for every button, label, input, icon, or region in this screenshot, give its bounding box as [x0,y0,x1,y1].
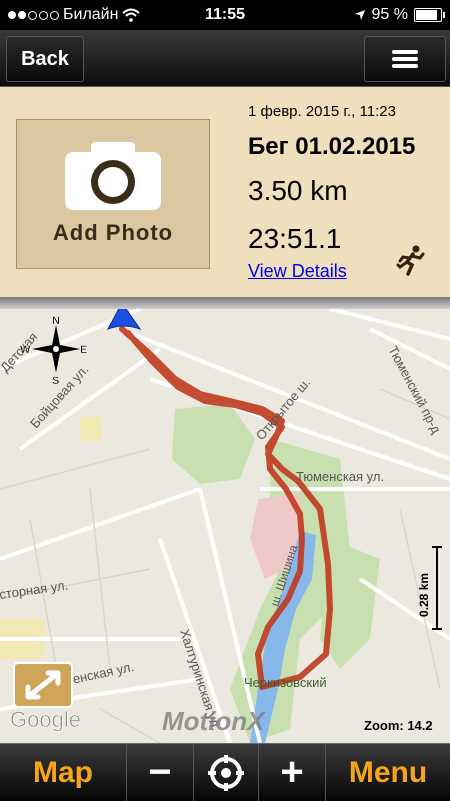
activity-datetime: 1 февр. 2015 г., 11:23 [248,103,396,120]
map-canvas[interactable]: Тюменский пр-д Тюменская ул. Открытое ш.… [0,309,450,743]
status-right: 95 % [354,6,445,24]
zoom-in-button[interactable]: + [259,744,326,801]
hamburger-icon [392,50,418,68]
battery-icon [414,8,445,22]
menu-button[interactable] [364,36,446,82]
bottom-toolbar: Map − + Menu [0,743,450,801]
camera-icon [65,142,161,210]
building-block [80,417,102,441]
park-area [172,404,255,484]
add-photo-button[interactable]: Add Photo [16,119,210,269]
map-view[interactable]: Тюменский пр-д Тюменская ул. Открытое ш.… [0,309,450,743]
street-label: сторная ул. [0,577,69,601]
zoom-level: Zoom: 14.2 [364,718,433,733]
battery-percent: 95 % [371,6,408,23]
runner-icon [396,245,425,276]
scale-label: 0.28 km [417,573,431,617]
compass-w: W [20,344,31,356]
street-label: Тюменская ул. [296,469,384,484]
scale-bar: 0.28 km [417,546,442,630]
activity-duration: 23:51.1 [248,223,342,254]
zoom-out-button[interactable]: − [127,744,194,801]
menu-toolbar-button[interactable]: Menu [326,744,450,801]
street-label: Тюменский пр-д [385,343,444,436]
activity-summary: Add Photo 1 февр. 2015 г., 11:23 Бег 01.… [0,87,450,299]
add-photo-label: Add Photo [52,220,174,245]
activity-title: Бег 01.02.2015 [248,133,416,160]
fullscreen-button[interactable] [13,662,73,708]
motionx-logo: MotionX [162,706,266,736]
center-location-button[interactable] [194,744,259,801]
compass-n: N [52,315,60,327]
back-button[interactable]: Back [6,36,84,82]
activity-distance: 3.50 km [248,175,348,206]
view-details-link[interactable]: View Details [248,261,347,282]
compass-s: S [52,375,59,387]
status-bar: Билайн 11:55 95 % [0,0,450,30]
panel-divider [0,297,450,309]
google-attribution: Google [10,707,81,732]
compass-e: E [80,344,87,356]
location-arrow-icon [354,10,365,20]
street-label: Черкизовский [244,675,327,690]
crosshair-icon [208,754,244,791]
nav-bar: Back [0,30,450,87]
map-button[interactable]: Map [0,744,127,801]
